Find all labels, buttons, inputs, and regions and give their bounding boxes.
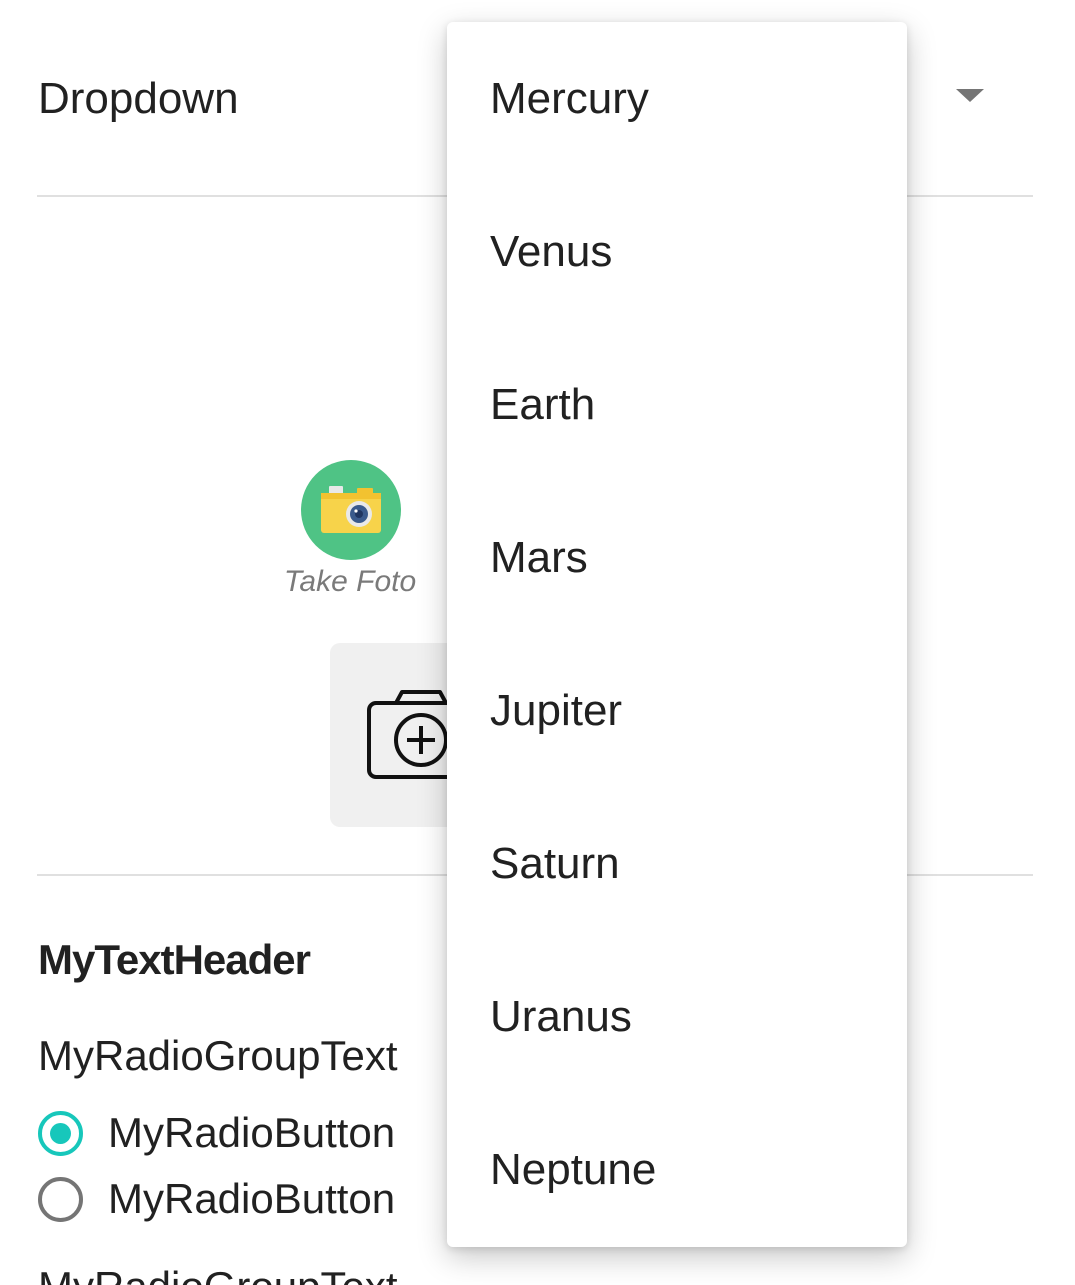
- radio-button-2[interactable]: MyRadioButton: [38, 1171, 395, 1227]
- screen: Dropdown Take Foto MyTextHeader MyRadioG…: [0, 0, 1075, 1285]
- dropdown-menu: Mercury Venus Earth Mars Jupiter Saturn …: [447, 22, 907, 1247]
- radio-button-1[interactable]: MyRadioButton: [38, 1105, 395, 1161]
- radio-button-label: MyRadioButton: [108, 1109, 396, 1156]
- radio-group-text: MyRadioGroupText: [38, 1262, 397, 1285]
- radio-button-label: MyRadioButton: [108, 1175, 396, 1222]
- radio-group-text: MyRadioGroupText: [38, 1032, 398, 1079]
- dropdown-option-jupiter[interactable]: Jupiter: [447, 634, 907, 787]
- arrow-drop-down-icon[interactable]: [956, 89, 984, 102]
- dropdown-option-venus[interactable]: Venus: [447, 175, 907, 328]
- dropdown-option-mercury[interactable]: Mercury: [447, 22, 907, 175]
- dropdown-option-saturn[interactable]: Saturn: [447, 787, 907, 940]
- take-photo-caption: Take Foto: [283, 565, 417, 598]
- dropdown-option-earth[interactable]: Earth: [447, 328, 907, 481]
- dropdown-option-mars[interactable]: Mars: [447, 481, 907, 634]
- take-photo-button[interactable]: [301, 460, 401, 560]
- text-header: MyTextHeader: [38, 936, 311, 983]
- dropdown-option-neptune[interactable]: Neptune: [447, 1093, 907, 1246]
- dropdown-option-uranus[interactable]: Uranus: [447, 940, 907, 1093]
- dropdown-label: Dropdown: [38, 74, 239, 123]
- radio-checked-icon[interactable]: [38, 1110, 83, 1156]
- camera-icon: [321, 486, 381, 533]
- radio-unchecked-icon[interactable]: [38, 1176, 83, 1222]
